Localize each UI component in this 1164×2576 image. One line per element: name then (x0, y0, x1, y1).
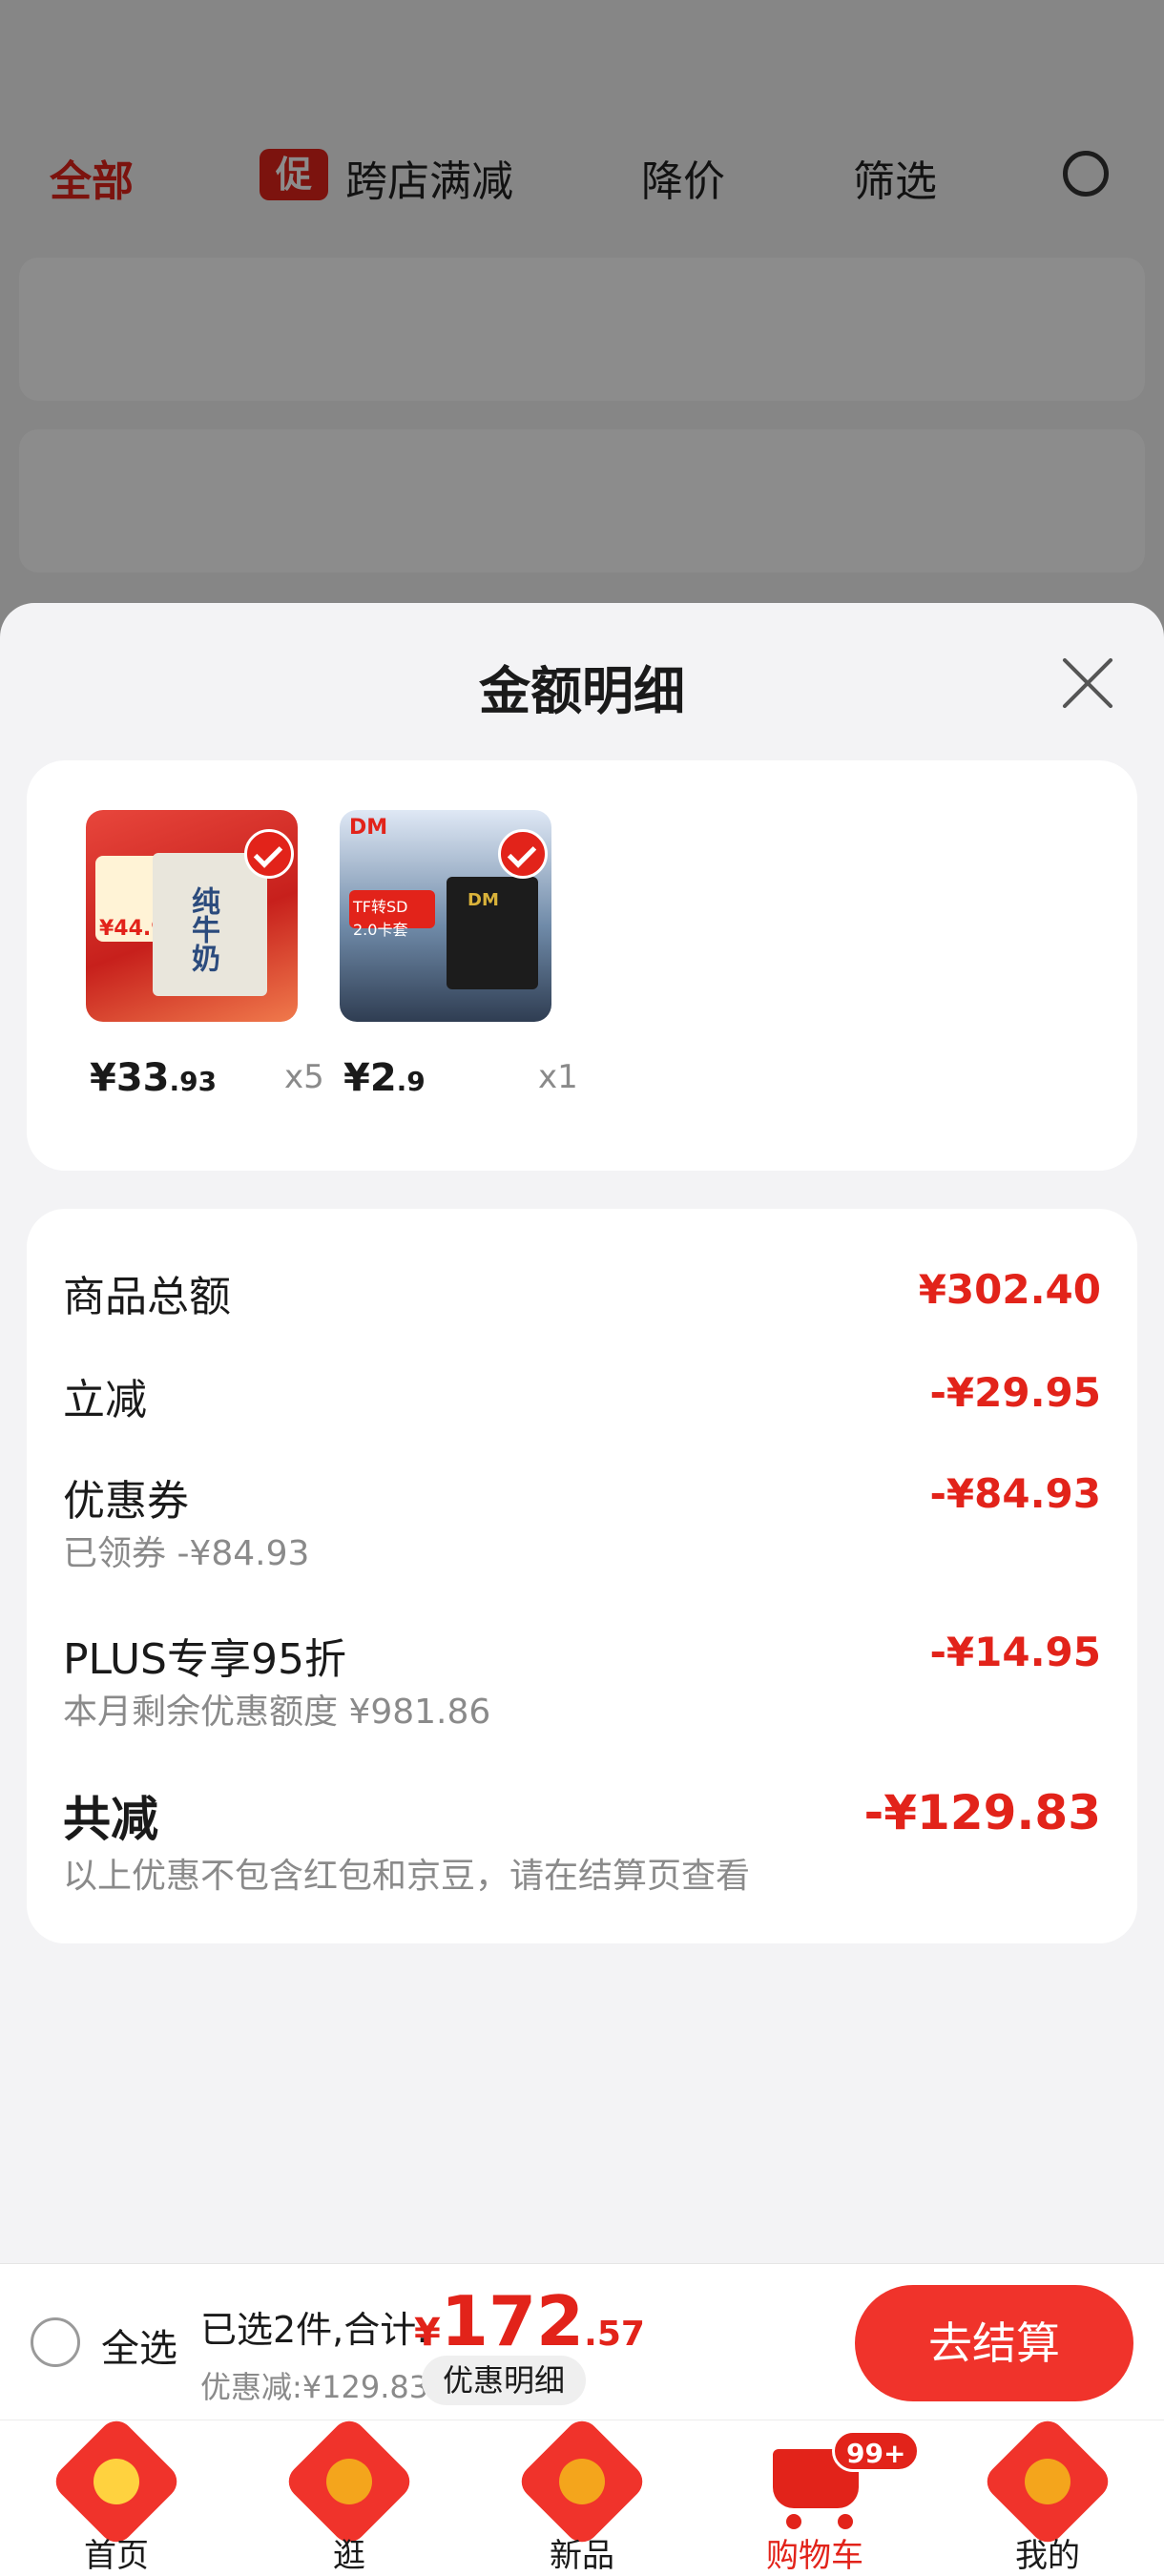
sheet-title: 金额明细 (479, 661, 685, 721)
thumb-text: 纯牛奶 (186, 886, 219, 972)
tab-label: 新品 (550, 2537, 614, 2575)
chip-logo: DM (468, 890, 499, 910)
tab-label: 我的 (1015, 2537, 1080, 2575)
tab-cart[interactable]: 99+ 购物车 (698, 2420, 931, 2576)
selected-summary: 已选2件,合计: (200, 2309, 429, 2351)
bottom-tab-bar: 首页 逛 新品 99+ 购物车 我的 (0, 2414, 1164, 2576)
tab-label: 首页 (84, 2537, 149, 2575)
checkout-bar: 全选 已选2件,合计: ¥172.57 优惠减:¥129.83 优惠明细 去结算 (0, 2263, 1164, 2420)
total-discount-note: 以上优惠不包含红包和京豆，请在结算页查看 (63, 1857, 751, 1896)
goods-total-label: 商品总额 (63, 1273, 231, 1321)
select-all-label[interactable]: 全选 (101, 2317, 177, 2373)
tab-home[interactable]: 首页 (0, 2414, 233, 2576)
plus-discount-amount: -¥14.95 (929, 1629, 1101, 1675)
amount-breakdown-card: 商品总额 ¥302.40 立减 -¥29.95 优惠券 已领券 -¥84.93 … (27, 1209, 1137, 1943)
product-price: ¥2.9 (343, 1056, 426, 1100)
discount-detail-button[interactable]: 优惠明细 (422, 2356, 587, 2405)
checkmark-icon (498, 829, 548, 879)
tab-explore[interactable]: 逛 (233, 2414, 466, 2576)
cart-count-badge: 99+ (832, 2430, 921, 2472)
discount-summary: 优惠减:¥129.83 (200, 2369, 429, 2405)
checkmark-icon (244, 829, 294, 879)
plus-discount-label: PLUS专享95折 (63, 1635, 346, 1684)
product-quantity: x1 (538, 1058, 578, 1096)
plus-discount-sub: 本月剩余优惠额度 ¥981.86 (63, 1693, 491, 1732)
product-item[interactable]: ¥44.9 纯牛奶 ¥33.93 x5 (86, 810, 324, 1100)
checkout-button[interactable]: 去结算 (855, 2285, 1133, 2401)
total-discount-amount: -¥129.83 (863, 1785, 1102, 1840)
product-item[interactable]: DM TF转SD 2.0卡套 DM ¥2.9 x1 (340, 810, 578, 1100)
product-thumbnail: DM TF转SD 2.0卡套 DM (340, 810, 551, 1022)
product-thumbnail: ¥44.9 纯牛奶 (86, 810, 298, 1022)
brand-logo: DM (349, 816, 388, 840)
coupon-sub: 已领券 -¥84.93 (63, 1534, 310, 1573)
select-all-radio[interactable] (31, 2317, 80, 2367)
close-icon[interactable] (1059, 654, 1116, 712)
coupon-label: 优惠券 (63, 1477, 189, 1526)
tab-mine[interactable]: 我的 (931, 2414, 1164, 2576)
cart-wheel (838, 2514, 853, 2529)
tab-new[interactable]: 新品 (466, 2414, 698, 2576)
total-discount-label: 共减 (63, 1792, 158, 1847)
tab-label: 逛 (333, 2537, 365, 2575)
product-price: ¥33.93 (90, 1056, 218, 1100)
goods-total-amount: ¥302.40 (918, 1266, 1101, 1313)
product-label: TF转SD 2.0卡套 (349, 890, 435, 939)
instant-discount-amount: -¥29.95 (929, 1369, 1101, 1416)
tab-label: 购物车 (766, 2537, 863, 2575)
instant-discount-label: 立减 (63, 1376, 147, 1424)
cart-wheel (786, 2514, 801, 2529)
selected-items-card: ¥44.9 纯牛奶 ¥33.93 x5 DM TF转SD 2.0卡套 DM ¥2… (27, 760, 1137, 1171)
total-amount: ¥172.57 (414, 2281, 645, 2361)
coupon-amount: -¥84.93 (929, 1470, 1101, 1517)
product-quantity: x5 (284, 1058, 324, 1096)
